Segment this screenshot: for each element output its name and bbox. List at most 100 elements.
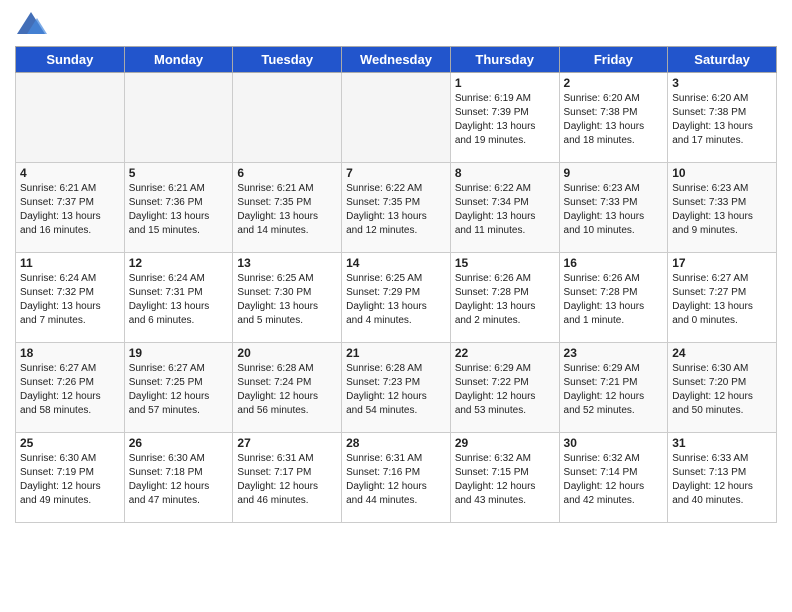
calendar-cell: 6 Sunrise: 6:21 AM Sunset: 7:35 PM Daylig…	[233, 163, 342, 253]
calendar-cell: 9Sunrise: 6:23 AM Sunset: 7:33 PM Daylig…	[559, 163, 668, 253]
calendar-cell: 29 Sunrise: 6:32 AM Sunset: 7:15 PM Dayli…	[450, 433, 559, 523]
calendar-cell: 13 Sunrise: 6:25 AM Sunset: 7:30 PM Dayli…	[233, 253, 342, 343]
day-number: 20	[237, 346, 337, 360]
day-number: 16	[564, 256, 664, 270]
weekday-header-thursday: Thursday	[450, 47, 559, 73]
day-info: Sunrise: 6:31 AM Sunset: 7:17 PM Dayligh…	[237, 452, 337, 508]
day-info: Sunrise: 6:32 AM Sunset: 7:14 PM Dayligh…	[564, 452, 664, 508]
day-info: Sunrise: 6:28 AM Sunset: 7:23 PM Dayligh…	[346, 362, 446, 418]
day-info: Sunrise: 6:19 AM Sunset: 7:39 PM Dayligh…	[455, 92, 555, 148]
weekday-header-wednesday: Wednesday	[342, 47, 451, 73]
day-number: 6	[237, 166, 337, 180]
week-row-2: 4Sunrise: 6:21 AM Sunset: 7:37 PM Daylig…	[16, 163, 777, 253]
day-number: 17	[672, 256, 772, 270]
day-info: Sunrise: 6:30 AM Sunset: 7:18 PM Dayligh…	[129, 452, 229, 508]
calendar-cell: 23 Sunrise: 6:29 AM Sunset: 7:21 PM Dayli…	[559, 343, 668, 433]
calendar-cell	[342, 73, 451, 163]
day-info: Sunrise: 6:21 AM Sunset: 7:37 PM Dayligh…	[20, 182, 120, 238]
logo-icon	[15, 10, 47, 38]
calendar-cell: 1 Sunrise: 6:19 AM Sunset: 7:39 PM Daylig…	[450, 73, 559, 163]
day-info: Sunrise: 6:21 AM Sunset: 7:35 PM Dayligh…	[237, 182, 337, 238]
calendar-cell: 10 Sunrise: 6:23 AM Sunset: 7:33 PM Dayli…	[668, 163, 777, 253]
logo	[15, 10, 51, 38]
header	[15, 10, 777, 38]
day-info: Sunrise: 6:26 AM Sunset: 7:28 PM Dayligh…	[455, 272, 555, 328]
weekday-header-tuesday: Tuesday	[233, 47, 342, 73]
calendar-cell	[16, 73, 125, 163]
week-row-5: 25 Sunrise: 6:30 AM Sunset: 7:19 PM Dayli…	[16, 433, 777, 523]
week-row-1: 1 Sunrise: 6:19 AM Sunset: 7:39 PM Daylig…	[16, 73, 777, 163]
day-number: 25	[20, 436, 120, 450]
day-info: Sunrise: 6:21 AM Sunset: 7:36 PM Dayligh…	[129, 182, 229, 238]
day-number: 1	[455, 76, 555, 90]
day-number: 3	[672, 76, 772, 90]
day-number: 27	[237, 436, 337, 450]
week-row-4: 18 Sunrise: 6:27 AM Sunset: 7:26 PM Dayli…	[16, 343, 777, 433]
day-info: Sunrise: 6:20 AM Sunset: 7:38 PM Dayligh…	[564, 92, 664, 148]
weekday-header-row: SundayMondayTuesdayWednesdayThursdayFrid…	[16, 47, 777, 73]
calendar-cell: 3 Sunrise: 6:20 AM Sunset: 7:38 PM Daylig…	[668, 73, 777, 163]
day-info: Sunrise: 6:29 AM Sunset: 7:21 PM Dayligh…	[564, 362, 664, 418]
calendar-cell: 4Sunrise: 6:21 AM Sunset: 7:37 PM Daylig…	[16, 163, 125, 253]
day-info: Sunrise: 6:27 AM Sunset: 7:27 PM Dayligh…	[672, 272, 772, 328]
page: SundayMondayTuesdayWednesdayThursdayFrid…	[0, 0, 792, 612]
day-number: 13	[237, 256, 337, 270]
day-number: 28	[346, 436, 446, 450]
day-info: Sunrise: 6:30 AM Sunset: 7:19 PM Dayligh…	[20, 452, 120, 508]
calendar-cell: 22 Sunrise: 6:29 AM Sunset: 7:22 PM Dayli…	[450, 343, 559, 433]
day-number: 26	[129, 436, 229, 450]
day-info: Sunrise: 6:25 AM Sunset: 7:30 PM Dayligh…	[237, 272, 337, 328]
day-number: 8	[455, 166, 555, 180]
day-info: Sunrise: 6:33 AM Sunset: 7:13 PM Dayligh…	[672, 452, 772, 508]
weekday-header-sunday: Sunday	[16, 47, 125, 73]
day-info: Sunrise: 6:22 AM Sunset: 7:34 PM Dayligh…	[455, 182, 555, 238]
day-info: Sunrise: 6:22 AM Sunset: 7:35 PM Dayligh…	[346, 182, 446, 238]
day-number: 24	[672, 346, 772, 360]
day-number: 11	[20, 256, 120, 270]
day-number: 30	[564, 436, 664, 450]
day-info: Sunrise: 6:26 AM Sunset: 7:28 PM Dayligh…	[564, 272, 664, 328]
day-info: Sunrise: 6:25 AM Sunset: 7:29 PM Dayligh…	[346, 272, 446, 328]
day-number: 14	[346, 256, 446, 270]
calendar-cell: 12Sunrise: 6:24 AM Sunset: 7:31 PM Dayli…	[124, 253, 233, 343]
calendar-cell: 24 Sunrise: 6:30 AM Sunset: 7:20 PM Dayli…	[668, 343, 777, 433]
day-info: Sunrise: 6:29 AM Sunset: 7:22 PM Dayligh…	[455, 362, 555, 418]
calendar-cell: 21 Sunrise: 6:28 AM Sunset: 7:23 PM Dayli…	[342, 343, 451, 433]
day-number: 19	[129, 346, 229, 360]
calendar-cell: 25 Sunrise: 6:30 AM Sunset: 7:19 PM Dayli…	[16, 433, 125, 523]
calendar-cell: 31 Sunrise: 6:33 AM Sunset: 7:13 PM Dayli…	[668, 433, 777, 523]
calendar-cell: 26 Sunrise: 6:30 AM Sunset: 7:18 PM Dayli…	[124, 433, 233, 523]
calendar-cell: 28 Sunrise: 6:31 AM Sunset: 7:16 PM Dayli…	[342, 433, 451, 523]
calendar-cell: 16 Sunrise: 6:26 AM Sunset: 7:28 PM Dayli…	[559, 253, 668, 343]
calendar-cell: 18 Sunrise: 6:27 AM Sunset: 7:26 PM Dayli…	[16, 343, 125, 433]
day-number: 31	[672, 436, 772, 450]
day-number: 5	[129, 166, 229, 180]
day-info: Sunrise: 6:24 AM Sunset: 7:32 PM Dayligh…	[20, 272, 120, 328]
day-info: Sunrise: 6:23 AM Sunset: 7:33 PM Dayligh…	[672, 182, 772, 238]
day-info: Sunrise: 6:31 AM Sunset: 7:16 PM Dayligh…	[346, 452, 446, 508]
calendar-cell: 5 Sunrise: 6:21 AM Sunset: 7:36 PM Daylig…	[124, 163, 233, 253]
day-number: 21	[346, 346, 446, 360]
day-number: 22	[455, 346, 555, 360]
day-info: Sunrise: 6:24 AM Sunset: 7:31 PM Dayligh…	[129, 272, 229, 328]
calendar-table: SundayMondayTuesdayWednesdayThursdayFrid…	[15, 46, 777, 523]
day-number: 10	[672, 166, 772, 180]
day-number: 2	[564, 76, 664, 90]
day-info: Sunrise: 6:32 AM Sunset: 7:15 PM Dayligh…	[455, 452, 555, 508]
calendar-cell: 14 Sunrise: 6:25 AM Sunset: 7:29 PM Dayli…	[342, 253, 451, 343]
day-info: Sunrise: 6:20 AM Sunset: 7:38 PM Dayligh…	[672, 92, 772, 148]
calendar-cell: 7Sunrise: 6:22 AM Sunset: 7:35 PM Daylig…	[342, 163, 451, 253]
day-info: Sunrise: 6:27 AM Sunset: 7:25 PM Dayligh…	[129, 362, 229, 418]
day-number: 18	[20, 346, 120, 360]
calendar-cell	[233, 73, 342, 163]
calendar-cell: 17 Sunrise: 6:27 AM Sunset: 7:27 PM Dayli…	[668, 253, 777, 343]
day-number: 29	[455, 436, 555, 450]
week-row-3: 11 Sunrise: 6:24 AM Sunset: 7:32 PM Dayli…	[16, 253, 777, 343]
day-number: 23	[564, 346, 664, 360]
calendar-cell: 19 Sunrise: 6:27 AM Sunset: 7:25 PM Dayli…	[124, 343, 233, 433]
day-info: Sunrise: 6:30 AM Sunset: 7:20 PM Dayligh…	[672, 362, 772, 418]
day-info: Sunrise: 6:27 AM Sunset: 7:26 PM Dayligh…	[20, 362, 120, 418]
day-info: Sunrise: 6:28 AM Sunset: 7:24 PM Dayligh…	[237, 362, 337, 418]
calendar-cell	[124, 73, 233, 163]
calendar-cell: 15Sunrise: 6:26 AM Sunset: 7:28 PM Dayli…	[450, 253, 559, 343]
